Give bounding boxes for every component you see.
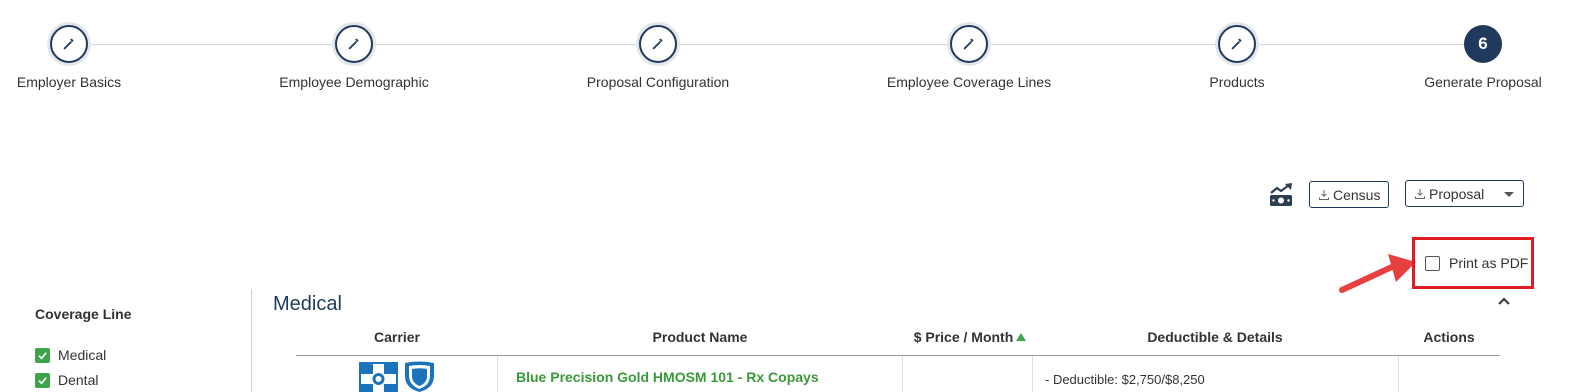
checkbox-checked-icon[interactable] [35,372,50,388]
step-proposal-configuration[interactable]: Proposal Configuration [558,25,758,90]
proposal-download-dropdown[interactable]: Proposal [1405,180,1524,207]
column-header-carrier[interactable]: Carrier [347,329,447,345]
step-label: Employee Coverage Lines [886,74,1052,90]
step-generate-proposal[interactable]: 6 Generate Proposal [1383,25,1583,90]
sidebar-divider [251,289,252,392]
step-employee-demographic[interactable]: Employee Demographic [254,25,454,90]
step-products[interactable]: Products [1137,25,1337,90]
column-divider [1398,356,1399,392]
pencil-icon[interactable] [335,25,373,63]
blue-cross-logo [359,362,398,392]
column-divider [497,356,498,392]
print-as-pdf-highlight: Print as PDF [1412,237,1534,289]
product-name-link[interactable]: Blue Precision Gold HMOSM 101 - Rx Copay… [516,369,819,385]
download-icon [1415,188,1425,199]
download-icon [1319,189,1329,200]
proposal-button-label: Proposal [1429,185,1485,202]
pencil-icon[interactable] [50,25,88,63]
census-download-button[interactable]: Census [1309,181,1389,208]
step-label: Employer Basics [16,74,122,90]
deductible-detail: - Deductible: $2,750/$8,250 [1045,372,1205,387]
column-divider [1032,356,1033,392]
step-label: Employee Demographic [279,74,429,90]
sort-ascending-icon [1016,333,1027,341]
chevron-down-icon [1504,192,1514,197]
price-header-label: $ Price / Month [913,329,1014,345]
print-as-pdf-checkbox[interactable] [1425,255,1440,271]
coverage-line-label: Dental [58,372,99,388]
coverage-line-title: Coverage Line [35,306,132,322]
progress-stepper: Employer Basics Employee Demographic Pro… [0,0,1589,110]
coverage-line-dental[interactable]: Dental [35,372,98,388]
pencil-icon[interactable] [950,25,988,63]
census-button-label: Census [1333,186,1381,203]
money-trend-icon[interactable] [1268,182,1296,208]
print-as-pdf-label[interactable]: Print as PDF [1449,255,1528,271]
column-header-actions: Actions [1423,329,1475,345]
column-divider [902,356,903,392]
coverage-line-medical[interactable]: Medical [35,347,106,363]
red-arrow-annotation [1339,254,1416,293]
column-header-product-name[interactable]: Product Name [600,329,800,345]
coverage-line-label: Medical [58,347,107,363]
step-label: Generate Proposal [1424,74,1542,90]
blue-shield-logo [405,361,434,392]
table-header-divider [296,355,1500,356]
column-header-deductible[interactable]: Deductible & Details [1115,329,1315,345]
pencil-icon[interactable] [1218,25,1256,63]
step-employee-coverage-lines[interactable]: Employee Coverage Lines [869,25,1069,90]
section-title: Medical [273,293,342,315]
step-number: 6 [1464,25,1502,63]
chevron-up-icon[interactable] [1497,296,1511,306]
checkbox-checked-icon[interactable] [35,347,50,363]
pencil-icon[interactable] [639,25,677,63]
step-label: Proposal Configuration [586,74,730,90]
step-label: Products [1209,74,1265,90]
column-header-price[interactable]: $ Price / Month [905,329,1035,345]
step-employer-basics[interactable]: Employer Basics [0,25,169,90]
